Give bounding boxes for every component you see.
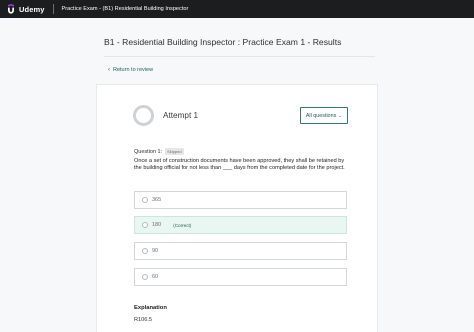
question-text: Once a set of construction documents hav… [134,158,345,172]
answer-option-label: 365 [152,197,162,203]
results-card: Attempt 1 All questions ⌄ Question 1: Sk… [96,84,378,332]
chevron-down-icon: ⌄ [338,112,343,118]
answer-option-label: 180 [152,222,162,228]
radio-icon [142,222,148,228]
top-navigation-bar: Udemy Practice Exam - (B1) Residential B… [0,0,474,18]
udemy-logo[interactable]: Udemy [6,4,45,14]
answer-option-label: 60 [152,274,159,280]
explanation-heading: Explanation [134,305,167,311]
chevron-left-icon: ‹ [108,67,110,73]
question-header: Question 1: Skipped [134,148,184,155]
all-questions-dropdown[interactable]: All questions ⌄ [300,107,348,124]
return-to-review-label: Return to review [113,67,154,73]
answer-option-correct: 180 (Correct) [134,216,347,234]
attempt-score-ring [133,105,154,126]
course-title[interactable]: Practice Exam - (B1) Residential Buildin… [62,6,189,12]
answer-option: 60 [134,268,347,286]
status-badge: Skipped [165,148,184,155]
header-divider [52,4,54,14]
explanation-text: R106.5 [134,317,153,323]
udemy-logo-icon [8,4,14,14]
radio-icon [142,274,148,280]
question-number: Question 1: [134,148,163,155]
radio-icon [142,197,148,203]
logo-text: Udemy [19,4,45,14]
return-to-review-link[interactable]: ‹ Return to review [108,67,153,73]
all-questions-label: All questions [305,112,337,119]
correct-tag: (Correct) [173,222,192,228]
radio-icon [142,248,148,254]
title-divider [104,56,375,57]
answer-option: 365 [134,191,347,209]
answer-option: 90 [134,242,347,260]
attempt-label: Attempt 1 [163,111,199,120]
answer-option-label: 90 [152,248,159,254]
page-title: B1 - Residential Building Inspector : Pr… [104,37,342,47]
